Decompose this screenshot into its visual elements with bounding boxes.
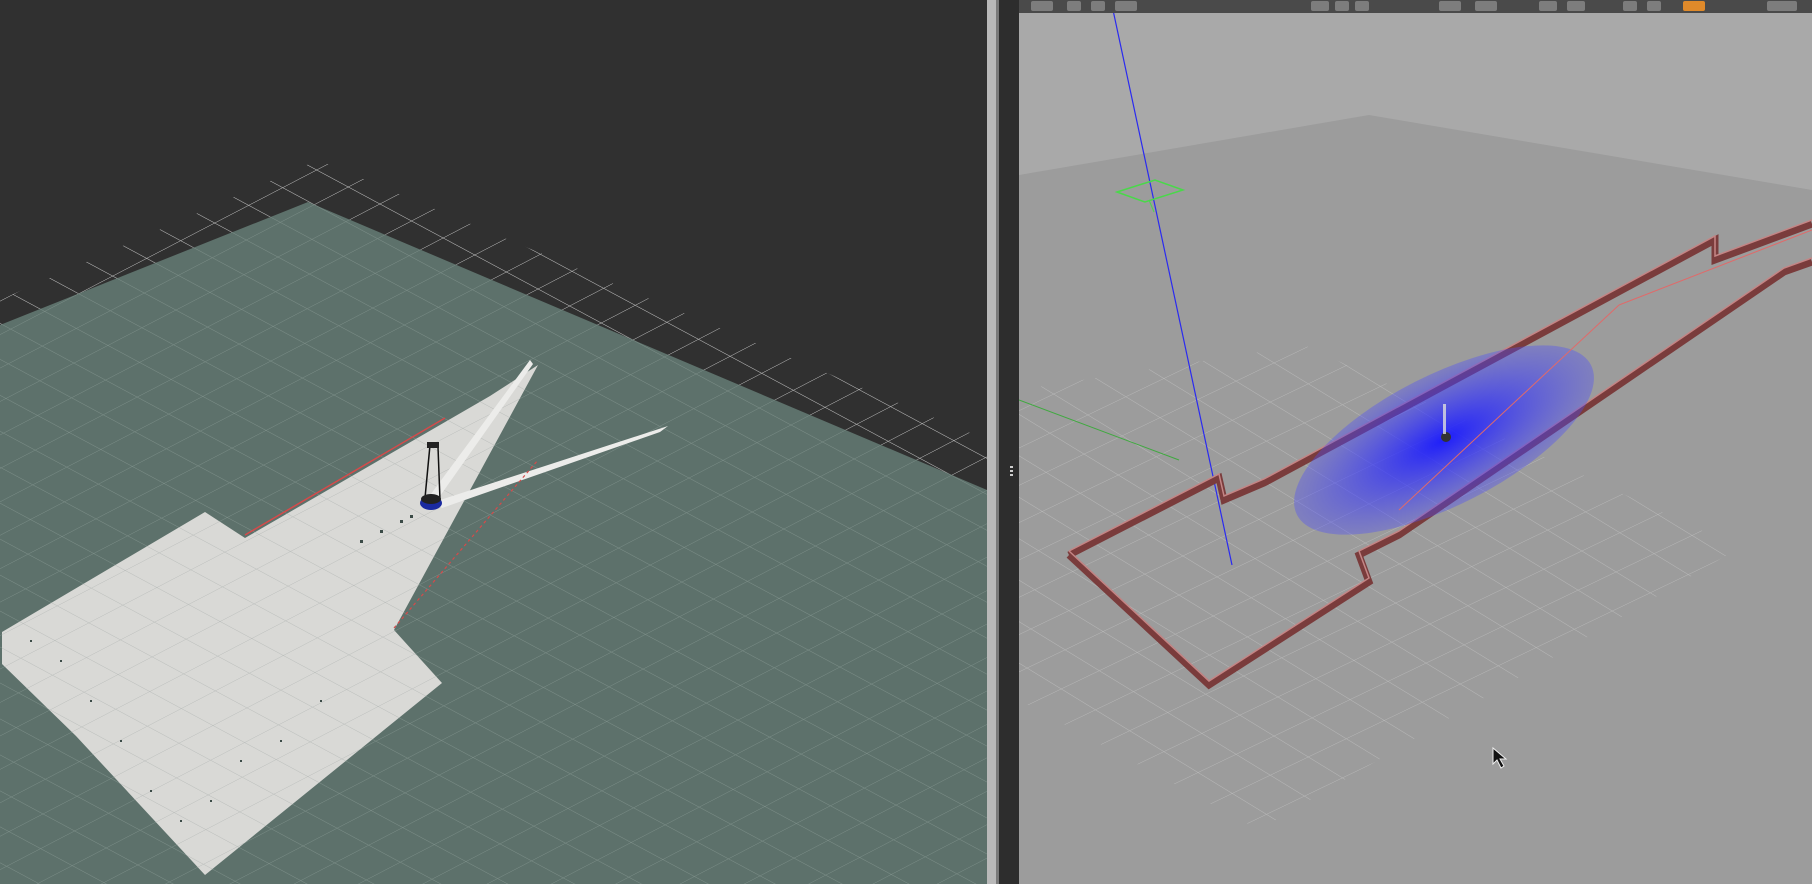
rotate-icon[interactable]: [1091, 1, 1105, 11]
translate-icon[interactable]: [1067, 1, 1081, 11]
align-icon[interactable]: [1623, 1, 1637, 11]
scale-icon[interactable]: [1115, 1, 1137, 11]
splitter-grip: [1010, 474, 1013, 476]
snap-icon[interactable]: [1647, 1, 1661, 11]
paste-icon[interactable]: [1567, 1, 1585, 11]
box-icon[interactable]: [1311, 1, 1329, 11]
spotlight-icon[interactable]: [1475, 1, 1497, 11]
gazebo-toolbar: [1019, 0, 1812, 13]
screenshot-icon[interactable]: [1683, 1, 1705, 11]
splitter-grip: [1010, 470, 1013, 472]
log-icon[interactable]: [1767, 1, 1797, 11]
gazebo-scene: [1019, 0, 1812, 884]
pointlight-icon[interactable]: [1439, 1, 1461, 11]
cylinder-icon[interactable]: [1355, 1, 1369, 11]
pane-splitter[interactable]: [987, 0, 1019, 884]
copy-icon[interactable]: [1539, 1, 1557, 11]
rviz-3d-view[interactable]: [0, 0, 987, 884]
sphere-icon[interactable]: [1335, 1, 1349, 11]
gazebo-3d-view[interactable]: [1019, 0, 1812, 884]
splitter-grip: [1010, 466, 1013, 468]
select-icon[interactable]: [1031, 1, 1053, 11]
rviz-scene: [0, 160, 987, 884]
